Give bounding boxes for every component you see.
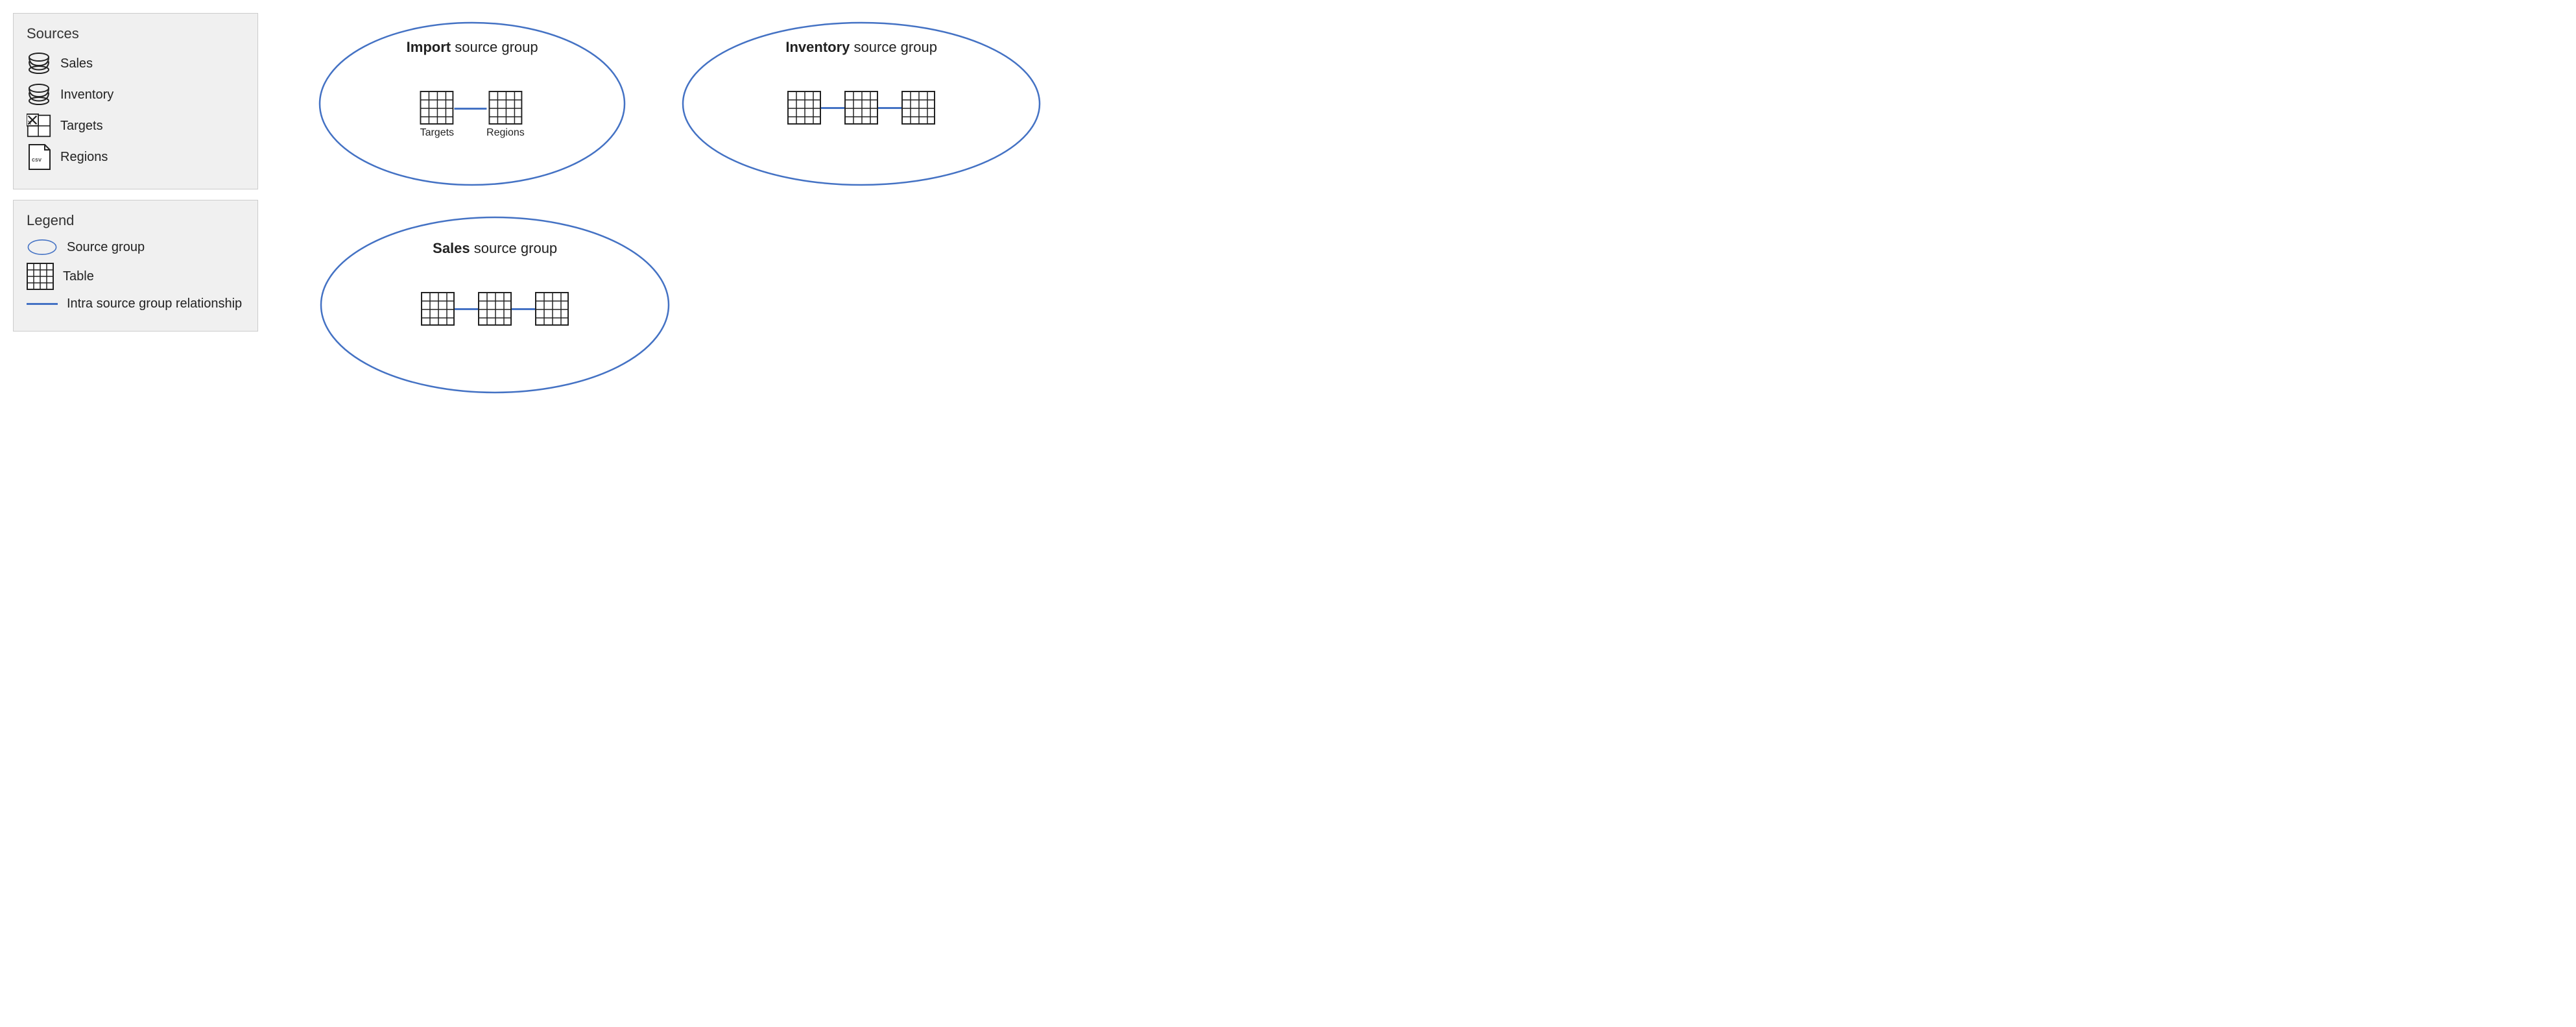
sales-table-3 (535, 292, 569, 326)
import-group-container: Import source group Targets (316, 19, 628, 188)
table-icon-regions (488, 91, 522, 125)
sales-group-title: Sales source group (316, 240, 673, 257)
excel-icon: X (27, 114, 51, 138)
inventory-table-1 (787, 91, 821, 125)
import-table-targets: Targets (420, 91, 454, 139)
line-icon (27, 303, 58, 305)
table-icon-s3 (535, 292, 569, 326)
table-icon-s2 (478, 292, 512, 326)
svg-text:X: X (28, 120, 32, 126)
inv-connector-2 (878, 107, 901, 109)
table-icon-inv1 (787, 91, 821, 125)
legend-relationship: Intra source group relationship (27, 296, 242, 311)
legend-label-source-group: Source group (67, 240, 145, 255)
inventory-tables-row (787, 91, 935, 125)
database-icon (27, 51, 51, 76)
inventory-table-2 (844, 91, 878, 125)
table-icon-legend (27, 263, 54, 290)
table-icon-targets (420, 91, 454, 125)
sources-title: Sources (27, 25, 242, 42)
inventory-group-title: Inventory source group (680, 39, 1043, 56)
source-label-inventory: Inventory (60, 88, 113, 103)
inv-connector-1 (821, 107, 844, 109)
sales-tables-row (421, 292, 569, 326)
table-icon-inv3 (901, 91, 935, 125)
sales-connector-1 (455, 308, 478, 310)
source-item-regions: csv Regions (27, 145, 242, 169)
diagram-area: Import source group Targets (278, 13, 1275, 506)
inventory-group-container: Inventory source group (680, 19, 1043, 188)
sales-connector-2 (512, 308, 535, 310)
source-label-regions: Regions (60, 150, 108, 165)
import-table-regions: Regions (486, 91, 525, 139)
import-group-title: Import source group (316, 39, 628, 56)
database-icon-2 (27, 82, 51, 107)
legend-panel: Legend Source group Table Intra (13, 200, 258, 332)
import-tables-row: Targets Regions (420, 91, 525, 139)
sales-group-container: Sales source group (316, 214, 673, 396)
legend-title: Legend (27, 212, 242, 229)
source-label-sales: Sales (60, 56, 93, 71)
sales-table-2 (478, 292, 512, 326)
inventory-table-3 (901, 91, 935, 125)
sales-table-1 (421, 292, 455, 326)
import-table-regions-label: Regions (486, 127, 525, 139)
source-item-sales: Sales (27, 51, 242, 76)
legend-label-table: Table (63, 269, 94, 284)
legend-label-relationship: Intra source group relationship (67, 296, 242, 311)
source-label-targets: Targets (60, 119, 103, 134)
ellipse-icon (27, 238, 58, 256)
left-panel: Sources Sales (13, 13, 258, 332)
csv-icon: csv (27, 145, 51, 169)
table-icon-s1 (421, 292, 455, 326)
source-item-targets: X Targets (27, 114, 242, 138)
import-table-targets-label: Targets (420, 127, 454, 139)
import-connector (454, 108, 486, 110)
svg-text:csv: csv (32, 156, 42, 163)
table-icon-inv2 (844, 91, 878, 125)
source-item-inventory: Inventory (27, 82, 242, 107)
legend-source-group: Source group (27, 238, 242, 256)
legend-table: Table (27, 263, 242, 290)
sources-panel: Sources Sales (13, 13, 258, 189)
